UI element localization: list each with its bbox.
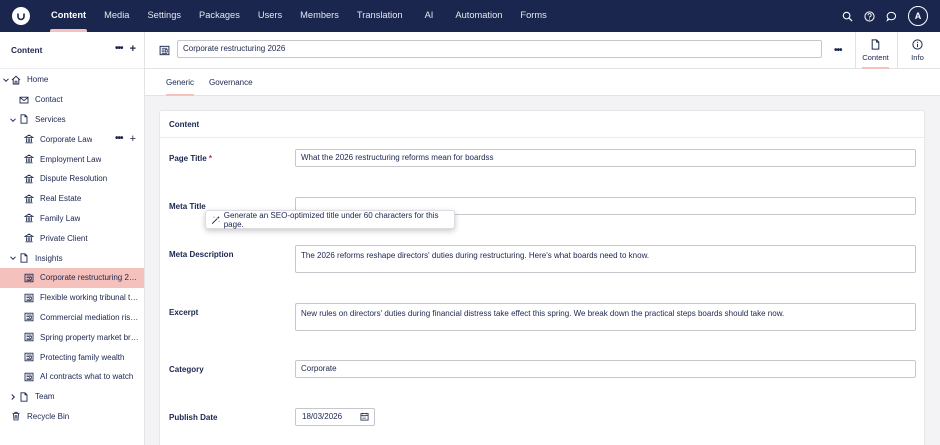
nav-packages[interactable]: Packages — [190, 0, 249, 32]
home-icon — [11, 75, 21, 85]
bank-icon — [24, 194, 34, 203]
sidebar-more-actions-button[interactable]: ••• — [115, 44, 123, 54]
umbraco-logo-icon[interactable] — [12, 7, 30, 25]
tree-item-ai-contracts[interactable]: AI contracts what to watch — [0, 367, 144, 387]
meta-title-label: Meta Title — [169, 202, 206, 211]
search-button[interactable] — [838, 6, 856, 26]
newspaper-icon — [24, 352, 34, 362]
publish-date-input[interactable]: 18/03/2026 — [295, 408, 375, 426]
sidebar-create-button[interactable]: + — [130, 44, 136, 55]
document-icon — [20, 391, 28, 402]
help-icon — [863, 10, 875, 22]
newspaper-icon — [24, 273, 34, 283]
chevron-down-icon[interactable] — [10, 255, 16, 261]
page-title-label: Page Title * — [169, 154, 213, 163]
nav-automation[interactable]: Automation — [446, 0, 511, 32]
chat-button[interactable] — [882, 6, 900, 26]
document-icon — [20, 114, 28, 125]
category-label: Category — [169, 365, 204, 374]
tree-item-protecting-family-wealth[interactable]: Protecting family wealth — [0, 347, 144, 367]
sidebar-header: Content ••• + — [0, 32, 144, 69]
newspaper-icon — [24, 313, 34, 322]
ai-suggestion-text: Generate an SEO-optimized title under 60… — [223, 210, 439, 229]
envelope-icon — [19, 96, 29, 104]
tree-item-flexible-working[interactable]: Flexible working tribunal trends — [0, 288, 144, 308]
editor-tabs: Generic Governance — [145, 69, 940, 96]
bank-icon — [24, 154, 34, 164]
newspaper-icon — [24, 333, 34, 342]
tab-generic[interactable]: Generic — [166, 69, 195, 96]
info-app-button[interactable]: Info — [897, 32, 937, 69]
content-tree-sidebar: Content ••• + Home Contact Services Corp… — [0, 32, 145, 445]
meta-description-textarea[interactable]: The 2026 reforms reshape directors' duti… — [295, 245, 916, 273]
group-title: Content — [160, 111, 924, 138]
chat-icon — [885, 11, 896, 22]
row-create-child-button[interactable]: + — [130, 134, 136, 145]
bank-icon — [24, 213, 34, 223]
nav-settings[interactable]: Settings — [138, 0, 190, 32]
tree-item-team[interactable]: Team — [0, 387, 144, 407]
excerpt-textarea[interactable]: New rules on directors' duties during fi… — [295, 303, 916, 331]
nav-content[interactable]: Content — [42, 0, 95, 32]
calendar-icon[interactable] — [360, 412, 369, 421]
top-navigation-bar: Content Media Settings Packages Users Me… — [0, 0, 940, 32]
nav-forms[interactable]: Forms — [511, 0, 555, 32]
nav-members[interactable]: Members — [291, 0, 348, 32]
page-title-input[interactable]: What the 2026 restructuring reforms mean… — [295, 149, 916, 167]
chevron-down-icon[interactable] — [10, 117, 16, 123]
publish-date-label: Publish Date — [169, 413, 218, 422]
newspaper-icon — [24, 293, 34, 302]
bank-icon — [24, 174, 34, 184]
chevron-right-icon[interactable] — [10, 393, 16, 400]
row-more-actions-button[interactable]: ••• — [115, 134, 123, 144]
category-input[interactable]: Corporate — [295, 360, 916, 378]
user-avatar[interactable]: A — [908, 6, 928, 26]
trash-icon — [12, 412, 20, 421]
node-name-input[interactable]: Corporate restructuring 2026 — [177, 40, 822, 58]
tree-item-corporate-law[interactable]: Corporate Law ••• + — [0, 129, 144, 149]
tree-item-family-law[interactable]: Family Law — [0, 209, 144, 229]
tree-item-insights[interactable]: Insights — [0, 248, 144, 268]
document-icon — [871, 39, 880, 50]
excerpt-label: Excerpt — [169, 308, 199, 317]
content-group-card: Content Page Title * What the 2026 restr… — [159, 110, 925, 445]
newspaper-icon — [24, 372, 34, 382]
editor-header: Corporate restructuring 2026 ••• Content… — [145, 32, 940, 69]
help-button[interactable] — [860, 6, 878, 26]
sidebar-title: Content — [11, 45, 43, 55]
tree-item-employment-law[interactable]: Employment Law — [0, 149, 144, 169]
tree-item-corporate-restructuring-2026[interactable]: Corporate restructuring 2026 — [0, 267, 144, 288]
nav-ai[interactable]: AI — [412, 0, 447, 32]
tree-item-services[interactable]: Services — [0, 110, 144, 130]
section-nav: Content Media Settings Packages Users Me… — [42, 0, 556, 32]
nav-media[interactable]: Media — [95, 0, 138, 32]
bank-icon — [24, 134, 34, 144]
tree-item-recycle-bin[interactable]: Recycle Bin — [0, 407, 144, 427]
tab-governance[interactable]: Governance — [209, 69, 253, 96]
required-marker: * — [208, 154, 213, 163]
tree-item-commercial-mediation[interactable]: Commercial mediation rising — [0, 308, 144, 328]
tree-item-contact[interactable]: Contact — [0, 90, 144, 110]
bank-icon — [24, 233, 34, 243]
content-editor: Corporate restructuring 2026 ••• Content… — [145, 32, 940, 445]
newspaper-icon[interactable] — [159, 45, 170, 56]
nav-users[interactable]: Users — [249, 0, 291, 32]
tree-item-spring-property[interactable]: Spring property market briefing — [0, 327, 144, 347]
tree-item-home[interactable]: Home — [0, 70, 144, 90]
top-tools: A — [838, 6, 928, 26]
tree-item-private-client[interactable]: Private Client — [0, 228, 144, 248]
ai-suggestion-popup[interactable]: Generate an SEO-optimized title under 60… — [205, 210, 455, 229]
search-icon — [842, 11, 853, 22]
magic-wand-icon — [211, 215, 220, 224]
content-tree: Home Contact Services Corporate Law ••• … — [0, 69, 144, 426]
editor-more-actions-button[interactable]: ••• — [834, 46, 842, 56]
meta-description-label: Meta Description — [169, 250, 234, 259]
tree-item-dispute-resolution[interactable]: Dispute Resolution — [0, 169, 144, 189]
document-icon — [20, 253, 28, 263]
content-app-button[interactable]: Content — [855, 32, 895, 69]
nav-translation[interactable]: Translation — [348, 0, 412, 32]
tree-item-real-estate[interactable]: Real Estate — [0, 189, 144, 209]
info-icon — [912, 39, 923, 50]
chevron-down-icon[interactable] — [3, 77, 9, 83]
